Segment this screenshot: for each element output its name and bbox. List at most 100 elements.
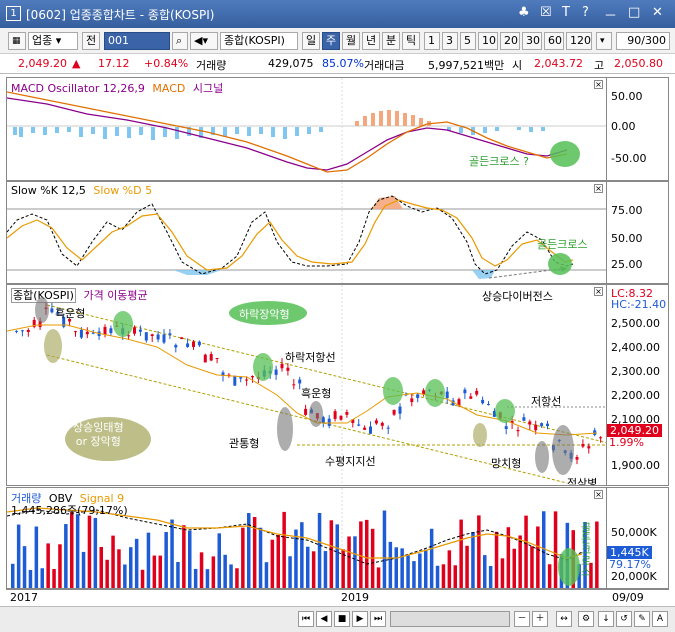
candle-body [374, 420, 378, 424]
candle-body [410, 398, 414, 403]
candle-body [20, 330, 24, 332]
stoch-divergence-anno: 상승다이버전스 [482, 290, 553, 303]
code-input[interactable]: 001 [104, 32, 170, 50]
volume-bar [306, 546, 310, 588]
period-minute[interactable]: 분 [382, 32, 400, 50]
macd-axis-0: 0.00 [611, 120, 636, 133]
volume-bar [370, 528, 375, 588]
volume-bar [164, 531, 168, 588]
close-panel-icon[interactable]: × [594, 490, 603, 499]
dropdown-icon[interactable]: ▾ [596, 32, 612, 50]
period-day[interactable]: 일 [302, 32, 320, 50]
grid-icon[interactable]: ☒ [540, 5, 552, 20]
volume-bar [400, 548, 404, 588]
period-month[interactable]: 월 [342, 32, 360, 50]
prev-icon[interactable]: ◀ [316, 611, 332, 627]
volume-bar [512, 548, 516, 588]
volume-bar [553, 511, 558, 588]
close-button[interactable]: ✕ [652, 5, 663, 20]
stoch-axis: 75.00 50.00 25.00 [607, 181, 669, 284]
period-week[interactable]: 주 [322, 32, 340, 50]
current-price: 2,049.20 [18, 57, 67, 70]
num-3[interactable]: 3 [442, 32, 458, 50]
candle-body [197, 341, 201, 346]
candle-body [15, 330, 18, 332]
zoom-in-icon[interactable]: ＋ [532, 611, 548, 627]
volume-bar [530, 546, 534, 588]
maximize-button[interactable]: □ [628, 5, 640, 20]
help-icon[interactable]: ? [582, 5, 589, 20]
sound-icon[interactable]: ◀▾ [190, 32, 218, 50]
close-panel-icon[interactable]: × [594, 80, 603, 89]
num-1[interactable]: 1 [424, 32, 440, 50]
price-axis-2300: 2,300.00 [611, 365, 660, 378]
title-bar: 1 [0602] 업종종합차트 - 종합(KOSPI) ♣ ☒ T ? － □ … [0, 0, 675, 28]
macd-header: MACD Oscillator 12,26,9 MACD 시그널 [11, 80, 223, 96]
count-field[interactable]: 90/300 [616, 32, 670, 50]
minimize-button[interactable]: － [604, 5, 617, 24]
volume-golden-cross-anno: 골든크로스 [579, 522, 592, 577]
price-panel[interactable]: 종합(KOSPI) 가격 이동평균 × 흑운형 하락장악형 하락저항선 흑운형 … [6, 284, 607, 486]
candle-body [398, 406, 402, 414]
down-icon[interactable]: ↓ [598, 611, 614, 627]
num-20[interactable]: 20 [500, 32, 520, 50]
volume-bar [170, 519, 174, 588]
period-year[interactable]: 년 [362, 32, 380, 50]
pattern-marker [277, 407, 293, 451]
play-icon[interactable]: ▶ [352, 611, 368, 627]
volume-bar [418, 553, 422, 588]
last-pct-tag: 1.99% [609, 436, 644, 449]
x-label-date: 09/09 [612, 591, 644, 604]
fit-icon[interactable]: ↔ [556, 611, 572, 627]
num-30[interactable]: 30 [522, 32, 542, 50]
stoch-header: Slow %K 12,5 Slow %D 5 [11, 184, 152, 197]
price-axis-2200: 2,200.00 [611, 389, 660, 402]
candle-body [445, 391, 449, 399]
candle-body [150, 334, 154, 337]
volume-axis: 50,000K 1,445K 79.17% 20,000K [607, 487, 669, 589]
refresh-icon[interactable]: ↺ [616, 611, 632, 627]
settings-icon[interactable]: ⚙ [578, 611, 594, 627]
num-60[interactable]: 60 [544, 32, 564, 50]
jeon-button[interactable]: 전 [82, 32, 100, 50]
num-5[interactable]: 5 [460, 32, 476, 50]
anno-piercing: 관통형 [229, 437, 260, 450]
candle-body [333, 411, 337, 419]
volume-bar [365, 519, 369, 588]
volume-bar [258, 527, 263, 588]
candle-body [516, 430, 520, 432]
sector-select[interactable]: 업종 ▾ [28, 32, 78, 50]
volume-panel[interactable]: 거래량 OBV Signal 9 1,445,286주(79,17%) × 골든… [6, 487, 607, 589]
amount-value: 5,997,521백만 [428, 59, 505, 72]
scrollbar[interactable] [390, 611, 510, 627]
price-axis: LC:8.32 HC:-21.40 2,500.00 2,400.00 2,30… [607, 284, 669, 486]
volume-bar [205, 569, 210, 588]
first-icon[interactable]: ⏮ [298, 611, 314, 627]
grid-toggle-icon[interactable]: ▦ [8, 32, 26, 50]
last-icon[interactable]: ⏭ [370, 611, 386, 627]
volume-bar [81, 551, 86, 588]
num-120[interactable]: 120 [566, 32, 592, 50]
font-icon[interactable]: T [562, 5, 570, 20]
stoch-panel[interactable]: Slow %K 12,5 Slow %D 5 × 골든크로스 [6, 181, 607, 284]
zoom-out-icon[interactable]: － [514, 611, 530, 627]
macd-panel[interactable]: MACD Oscillator 12,26,9 MACD 시그널 × 골든크로스… [6, 77, 607, 181]
num-10[interactable]: 10 [478, 32, 498, 50]
tools-icon[interactable]: ✎ [634, 611, 650, 627]
volume-bar [229, 564, 233, 588]
candle-body [239, 377, 243, 379]
close-panel-icon[interactable]: × [594, 287, 603, 296]
club-icon[interactable]: ♣ [518, 5, 530, 20]
app-number-icon: 1 [6, 6, 21, 21]
close-panel-icon[interactable]: × [594, 184, 603, 193]
period-tick[interactable]: 틱 [402, 32, 420, 50]
volume-bar [300, 522, 304, 588]
stop-icon[interactable]: ■ [334, 611, 350, 627]
candle-body [528, 421, 532, 425]
quote-bar: 2,049.20 ▲ 17.12 +0.84% 거래량 429,075 85.0… [0, 54, 675, 74]
pattern-marker [535, 441, 549, 473]
font-size-icon[interactable]: A [652, 611, 668, 627]
search-icon[interactable]: ⌕ [172, 32, 188, 50]
volume-bar [500, 558, 505, 588]
anno-hammer: 망치형 [491, 457, 522, 470]
